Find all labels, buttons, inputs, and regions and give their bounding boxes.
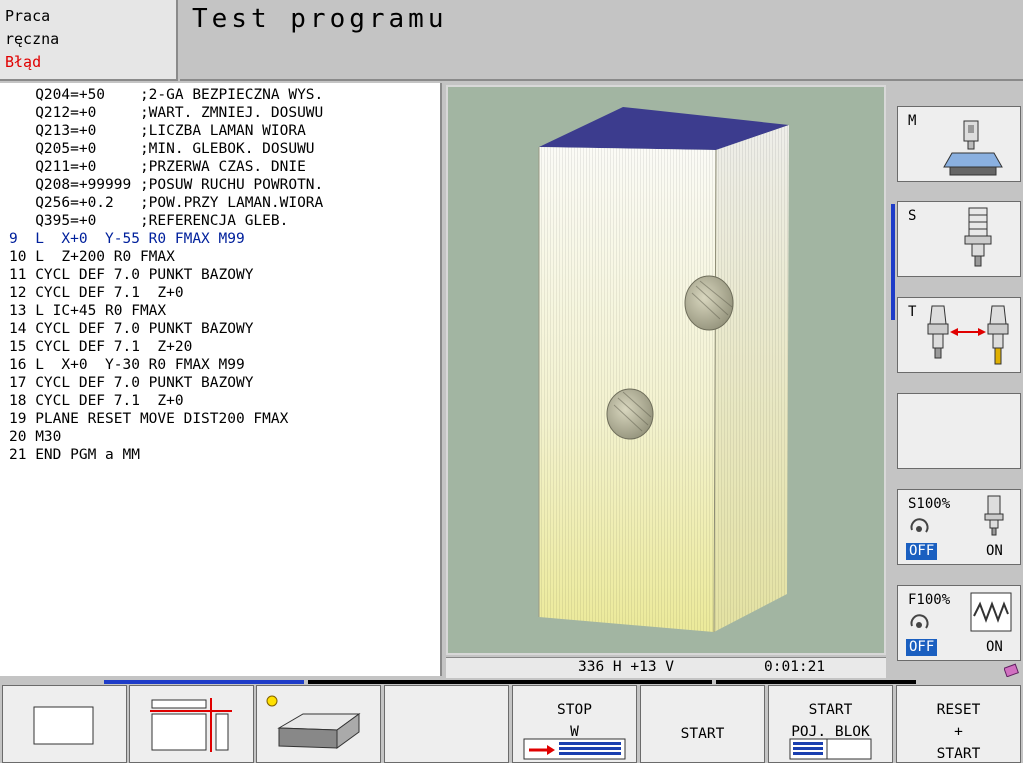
s-key-label: S bbox=[908, 208, 917, 224]
program-line[interactable]: Q256=+0.2 ;POW.PRZY LAMAN.WIORA bbox=[9, 194, 323, 212]
program-line[interactable]: 13 L IC+45 R0 FMAX bbox=[9, 302, 166, 320]
program-line[interactable]: 11 CYCL DEF 7.0 PUNKT BAZOWY bbox=[9, 266, 253, 284]
simulation-viewport[interactable] bbox=[446, 85, 886, 655]
program-line[interactable]: 19 PLANE RESET MOVE DIST200 FMAX bbox=[9, 410, 288, 428]
spindle-override-softkey[interactable]: S100% OFF ON bbox=[897, 489, 1021, 565]
m-key-label: M bbox=[908, 113, 917, 129]
start-block-label-line1: START bbox=[808, 702, 853, 718]
stop-at-icon bbox=[523, 738, 626, 760]
start-softkey[interactable]: START bbox=[640, 685, 765, 763]
spindle-on-label: ON bbox=[986, 543, 1003, 559]
program-line[interactable]: 12 CYCL DEF 7.1 Z+0 bbox=[9, 284, 184, 302]
program-line[interactable]: 21 END PGM a MM bbox=[9, 446, 140, 464]
operating-mode-panel: Praca ręczna Błąd bbox=[0, 0, 178, 81]
program-listing[interactable]: Q204=+50 ;2-GA BEZPIECZNA WYS. Q212=+0 ;… bbox=[0, 83, 442, 676]
feed-zigzag-icon bbox=[970, 592, 1012, 632]
empty-vertical-softkey[interactable] bbox=[897, 393, 1021, 469]
softkey-page-indicator bbox=[891, 204, 895, 320]
workpiece-3d-graphic bbox=[538, 107, 789, 633]
simulation-panel: 336 H +13 V 0:01:21 bbox=[444, 83, 890, 678]
blank-view-softkey[interactable] bbox=[2, 685, 127, 763]
spindle-tool-icon bbox=[964, 207, 992, 267]
softkey-row-indicator-active bbox=[104, 680, 304, 684]
3d-view-softkey[interactable] bbox=[256, 685, 381, 763]
mode-label-line2: ręczna bbox=[5, 30, 60, 48]
program-line[interactable]: Q211=+0 ;PRZERWA CZAS. DNIE bbox=[9, 158, 306, 176]
tool-change-icon bbox=[927, 305, 1009, 365]
start-single-block-softkey[interactable]: START POJ. BLOK bbox=[768, 685, 893, 763]
machine-table-icon bbox=[943, 120, 1003, 176]
program-line[interactable]: 15 CYCL DEF 7.1 Z+20 bbox=[9, 338, 192, 356]
program-line-current[interactable]: 9 L X+0 Y-55 R0 FMAX M99 bbox=[9, 230, 245, 248]
program-line[interactable]: Q205=+0 ;MIN. GLEBOK. DOSUWU bbox=[9, 140, 314, 158]
spindle-override-label: S100% bbox=[908, 496, 951, 512]
m-function-softkey[interactable]: M bbox=[897, 106, 1021, 182]
program-line[interactable]: Q213=+0 ;LICZBA LAMAN WIORA bbox=[9, 122, 306, 140]
feed-override-softkey[interactable]: F100% OFF ON bbox=[897, 585, 1021, 661]
s-spindle-softkey[interactable]: S bbox=[897, 201, 1021, 277]
program-line[interactable]: Q212=+0 ;WART. ZMNIEJ. DOSUWU bbox=[9, 104, 323, 122]
program-line[interactable]: 16 L X+0 Y-30 R0 FMAX M99 bbox=[9, 356, 245, 374]
reset-label: RESET bbox=[936, 702, 981, 718]
reset-start-label: START bbox=[936, 746, 981, 762]
header-bar: Test programu bbox=[180, 0, 1023, 81]
drilled-hole-lower bbox=[606, 388, 654, 440]
stop-label: STOP bbox=[557, 702, 592, 718]
machining-time-readout: 0:01:21 bbox=[764, 659, 826, 675]
program-line[interactable]: 10 L Z+200 R0 FMAX bbox=[9, 248, 175, 266]
single-block-icon bbox=[789, 738, 872, 760]
spindle-override-icon bbox=[910, 518, 929, 533]
spindle-small-icon bbox=[984, 495, 1004, 536]
page-title: Test programu bbox=[192, 4, 448, 34]
feed-on-label: ON bbox=[986, 639, 1003, 655]
blank-screen-icon bbox=[33, 706, 94, 745]
program-line[interactable]: Q395=+0 ;REFERENCJA GLEB. bbox=[9, 212, 288, 230]
program-line[interactable]: 18 CYCL DEF 7.1 Z+0 bbox=[9, 392, 184, 410]
view-rotation-readout: 336 H +13 V bbox=[578, 659, 675, 675]
program-line[interactable]: Q204=+50 ;2-GA BEZPIECZNA WYS. bbox=[9, 86, 323, 104]
stop-at-softkey[interactable]: STOP W bbox=[512, 685, 637, 763]
feed-override-label: F100% bbox=[908, 592, 951, 608]
3d-block-icon bbox=[266, 695, 361, 749]
reset-plus-label: + bbox=[954, 724, 963, 740]
drilled-hole-upper bbox=[684, 275, 734, 331]
t-tool-call-softkey[interactable]: T bbox=[897, 297, 1021, 373]
error-indicator[interactable]: Błąd bbox=[5, 54, 41, 71]
reset-start-softkey[interactable]: RESET + START bbox=[896, 685, 1021, 763]
horizontal-softkey-bar: STOP W START START POJ. BLOK RESET + STA… bbox=[0, 678, 1023, 763]
simulation-status-bar: 336 H +13 V 0:01:21 bbox=[446, 657, 886, 678]
feed-off-badge: OFF bbox=[906, 639, 938, 656]
t-key-label: T bbox=[908, 304, 917, 320]
spindle-off-badge: OFF bbox=[906, 543, 938, 560]
view-layout-icon bbox=[150, 698, 232, 752]
vertical-softkey-bar: M S T S100% OFF ON F100% OFF ON bbox=[890, 83, 1023, 677]
empty-softkey[interactable] bbox=[384, 685, 509, 763]
start-label: START bbox=[680, 726, 725, 742]
softkey-row-indicator bbox=[716, 680, 916, 684]
softkey-row-indicator bbox=[308, 680, 712, 684]
view-layout-softkey[interactable] bbox=[129, 685, 254, 763]
program-line[interactable]: 20 M30 bbox=[9, 428, 61, 446]
program-line[interactable]: Q208=+99999 ;POSUW RUCHU POWROTN. bbox=[9, 176, 323, 194]
program-line[interactable]: 14 CYCL DEF 7.0 PUNKT BAZOWY bbox=[9, 320, 253, 338]
softkey-switch-icon[interactable] bbox=[1004, 663, 1020, 677]
program-line[interactable]: 17 CYCL DEF 7.0 PUNKT BAZOWY bbox=[9, 374, 253, 392]
feed-override-icon bbox=[910, 614, 929, 629]
mode-label-line1: Praca bbox=[5, 7, 51, 25]
